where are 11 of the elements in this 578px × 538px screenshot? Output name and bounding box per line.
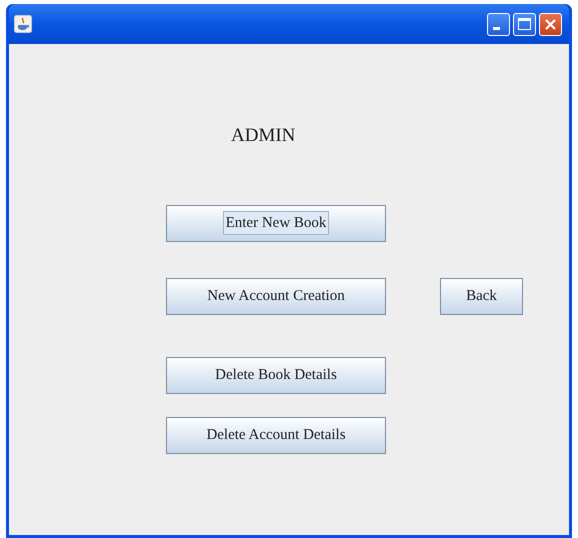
action-button[interactable]: New Account Creation	[166, 278, 386, 314]
minimize-button[interactable]	[487, 12, 510, 36]
close-icon	[544, 18, 557, 30]
action-button[interactable]: Enter New Book	[166, 204, 386, 242]
action-button[interactable]: Delete Book Details	[166, 356, 386, 394]
action-button[interactable]: Back	[440, 278, 523, 314]
app-icon	[14, 15, 32, 33]
action-button[interactable]: Delete Account Details	[166, 416, 386, 454]
close-button[interactable]	[539, 12, 562, 36]
heading: ADMIN	[231, 124, 296, 148]
maximize-button[interactable]	[513, 12, 536, 36]
